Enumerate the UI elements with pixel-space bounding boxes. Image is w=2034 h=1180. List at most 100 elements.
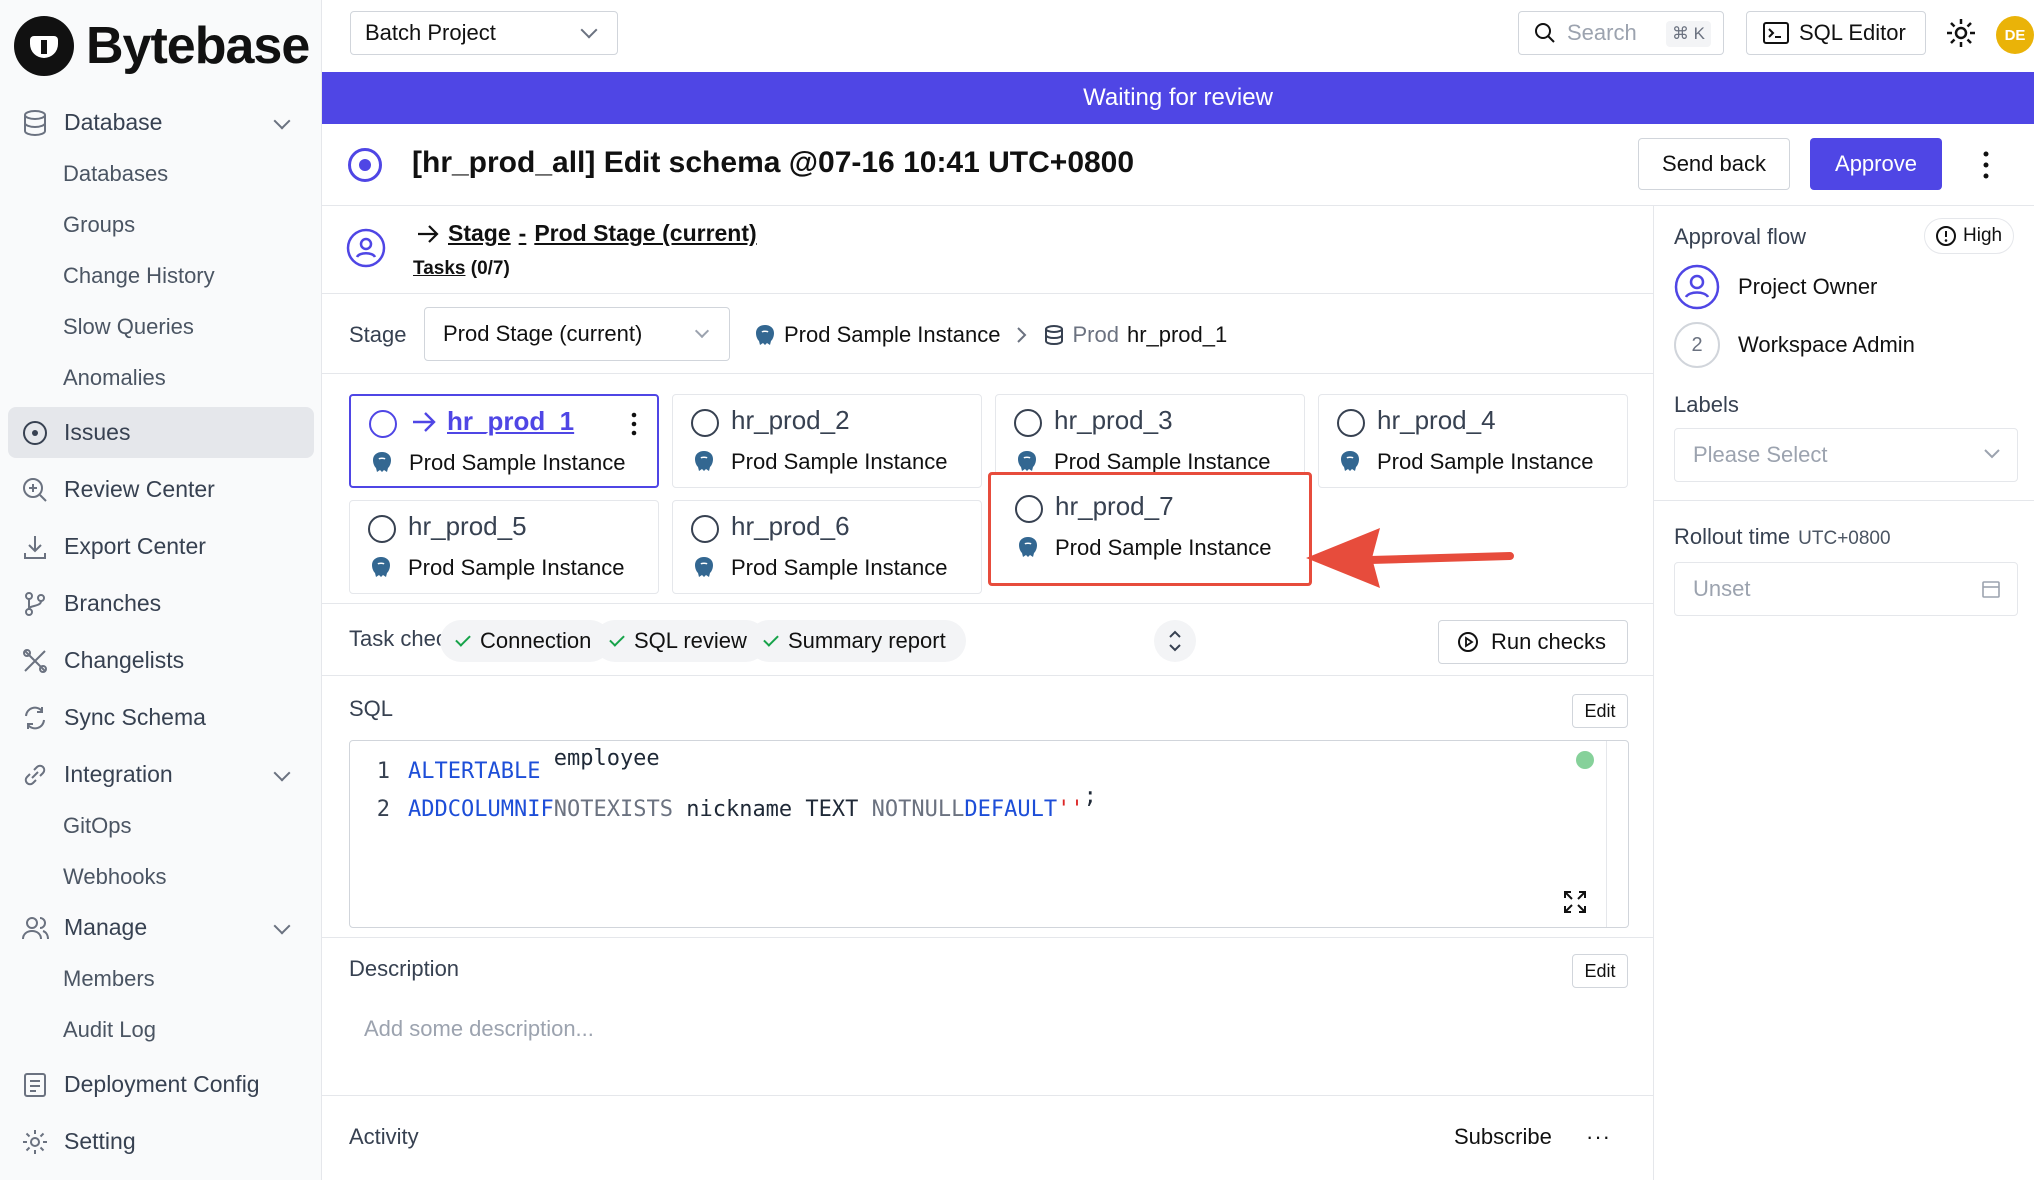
- task-name: hr_prod_5: [408, 511, 527, 541]
- task-card[interactable]: hr_prod_2 Prod Sample Instance: [672, 394, 982, 488]
- postgres-icon: [373, 452, 391, 472]
- issue-title[interactable]: [hr_prod_all] Edit schema @07-16 10:41 U…: [412, 146, 1134, 180]
- sidebar-item-sync-schema[interactable]: Sync Schema: [0, 692, 322, 743]
- sidebar-item-label: Export Center: [64, 533, 206, 559]
- tasks-link[interactable]: Tasks (0/7): [413, 258, 510, 280]
- description-edit-button[interactable]: Edit: [1572, 954, 1628, 988]
- sidebar-item-branches[interactable]: Branches: [0, 578, 322, 629]
- check-chip-sql-review[interactable]: SQL review: [594, 620, 767, 662]
- gear-icon: [20, 1127, 50, 1157]
- labels-label: Labels: [1674, 392, 1739, 417]
- run-checks-button[interactable]: Run checks: [1438, 620, 1628, 664]
- labels-select[interactable]: Please Select: [1674, 428, 2018, 482]
- stage-header: Stage - Prod Stage (current) Tasks (0/7): [322, 206, 1654, 294]
- brand-logo[interactable]: Bytebase: [14, 14, 310, 78]
- sidebar-item-deployment-config[interactable]: Deployment Config: [0, 1059, 322, 1110]
- task-instance: Prod Sample Instance: [409, 450, 626, 475]
- postgres-icon: [756, 325, 774, 345]
- sidebar-item-groups[interactable]: Groups: [0, 199, 322, 250]
- download-icon: [20, 532, 50, 562]
- status-banner: Waiting for review: [322, 72, 2034, 124]
- sidebar-item-audit-log[interactable]: Audit Log: [0, 1004, 322, 1055]
- postgres-icon: [695, 451, 713, 471]
- sidebar-item-webhooks[interactable]: Webhooks: [0, 851, 322, 902]
- rollout-time-input[interactable]: Unset: [1674, 562, 2018, 616]
- checks-expand-button[interactable]: [1154, 620, 1196, 662]
- issue-header: [hr_prod_all] Edit schema @07-16 10:41 U…: [322, 124, 2034, 206]
- expand-icon[interactable]: [1562, 889, 1588, 915]
- activity-more-button[interactable]: ···: [1586, 1124, 1611, 1150]
- task-name: hr_prod_3: [1054, 405, 1173, 435]
- task-card[interactable]: hr_prod_5 Prod Sample Instance: [349, 500, 659, 594]
- description-placeholder[interactable]: Add some description...: [364, 1016, 594, 1042]
- approver-step-number: 2: [1674, 322, 1720, 368]
- sidebar: Bytebase Database Databases Groups Chang…: [0, 0, 322, 1180]
- postgres-icon: [1019, 537, 1037, 557]
- breadcrumb-instance[interactable]: Prod Sample Instance: [784, 322, 1000, 348]
- task-instance: Prod Sample Instance: [731, 555, 948, 580]
- sql-label: SQL: [349, 696, 394, 721]
- sidebar-item-review-center[interactable]: Review Center: [0, 464, 322, 515]
- send-back-button[interactable]: Send back: [1638, 138, 1790, 190]
- sidebar-item-setting[interactable]: Setting: [0, 1116, 322, 1167]
- rollout-time-label: Rollout time: [1674, 524, 1791, 549]
- task-card[interactable]: hr_prod_7 Prod Sample Instance: [988, 472, 1312, 586]
- subscribe-button[interactable]: Subscribe: [1454, 1124, 1552, 1150]
- more-vertical-icon[interactable]: [631, 412, 637, 436]
- task-instance: Prod Sample Instance: [408, 555, 625, 580]
- sidebar-item-changelists[interactable]: Changelists: [0, 635, 322, 686]
- stage-select[interactable]: Prod Stage (current): [424, 307, 730, 361]
- link-icon: [20, 760, 50, 790]
- user-circle-icon: [368, 515, 396, 543]
- sidebar-item-gitops[interactable]: GitOps: [0, 800, 322, 851]
- stage-link-label: Stage: [448, 220, 511, 246]
- chevron-down-icon: [1984, 449, 2000, 459]
- more-vertical-icon[interactable]: [1982, 150, 1990, 180]
- sql-section: SQL Edit 1 ALTER TABLE employee 2 ADD COLU…: [322, 676, 1654, 938]
- arrow-right-icon: [418, 224, 439, 243]
- sidebar-item-slow-queries[interactable]: Slow Queries: [0, 301, 322, 352]
- issue-status-icon: [348, 148, 382, 182]
- sidebar-item-manage[interactable]: Manage: [0, 902, 322, 953]
- approver-project-owner: Project Owner: [1674, 264, 1877, 310]
- search-button[interactable]: Search ⌘ K: [1518, 11, 1724, 55]
- run-checks-label: Run checks: [1491, 629, 1606, 654]
- main-content: Stage - Prod Stage (current) Tasks (0/7)…: [322, 206, 1654, 1180]
- sidebar-item-members[interactable]: Members: [0, 953, 322, 1004]
- postgres-icon: [372, 557, 390, 577]
- rollout-time-heading: Rollout time UTC+0800: [1674, 524, 1891, 550]
- sidebar-item-databases[interactable]: Databases: [0, 148, 322, 199]
- task-card[interactable]: hr_prod_4 Prod Sample Instance: [1318, 394, 1628, 488]
- play-circle-icon: [1458, 632, 1478, 652]
- editor-scrollbar[interactable]: [1606, 741, 1628, 927]
- branch-icon: [20, 589, 50, 619]
- sidebar-item-anomalies[interactable]: Anomalies: [0, 352, 322, 403]
- stage-link[interactable]: Stage - Prod Stage (current): [416, 220, 757, 247]
- sidebar-nav: Database Databases Groups Change History…: [0, 97, 322, 1167]
- line-number: 1: [376, 758, 390, 784]
- sidebar-item-label: Setting: [64, 1128, 136, 1154]
- settings-gear-icon[interactable]: [1944, 16, 1978, 50]
- sidebar-item-label: Branches: [64, 590, 162, 616]
- task-instance: Prod Sample Instance: [1377, 449, 1594, 474]
- sql-edit-button[interactable]: Edit: [1572, 694, 1628, 728]
- sql-editor-button[interactable]: SQL Editor: [1746, 11, 1926, 55]
- check-chip-connection[interactable]: Connection: [440, 620, 612, 662]
- sidebar-item-integration[interactable]: Integration: [0, 749, 322, 800]
- approve-button[interactable]: Approve: [1810, 138, 1942, 190]
- risk-badge[interactable]: High: [1924, 218, 2014, 254]
- tasks-label: Tasks: [413, 258, 466, 279]
- user-avatar[interactable]: DE: [1996, 16, 2034, 54]
- sidebar-item-database[interactable]: Database: [0, 97, 322, 148]
- sidebar-item-issues[interactable]: Issues: [8, 407, 314, 458]
- sidebar-item-export-center[interactable]: Export Center: [0, 521, 322, 572]
- task-card[interactable]: hr_prod_1 Prod Sample Instance: [349, 394, 659, 488]
- activity-label: Activity: [349, 1124, 419, 1149]
- code-line-1: 1 ALTER TABLE employee: [350, 746, 660, 789]
- check-chip-summary-report[interactable]: Summary report: [748, 620, 966, 662]
- breadcrumb-database[interactable]: hr_prod_1: [1127, 322, 1227, 348]
- task-card[interactable]: hr_prod_6 Prod Sample Instance: [672, 500, 982, 594]
- sidebar-item-change-history[interactable]: Change History: [0, 250, 322, 301]
- project-select[interactable]: Batch Project: [350, 11, 618, 55]
- sql-editor[interactable]: 1 ALTER TABLE employee 2 ADD COLUMN IF NOT…: [349, 740, 1629, 928]
